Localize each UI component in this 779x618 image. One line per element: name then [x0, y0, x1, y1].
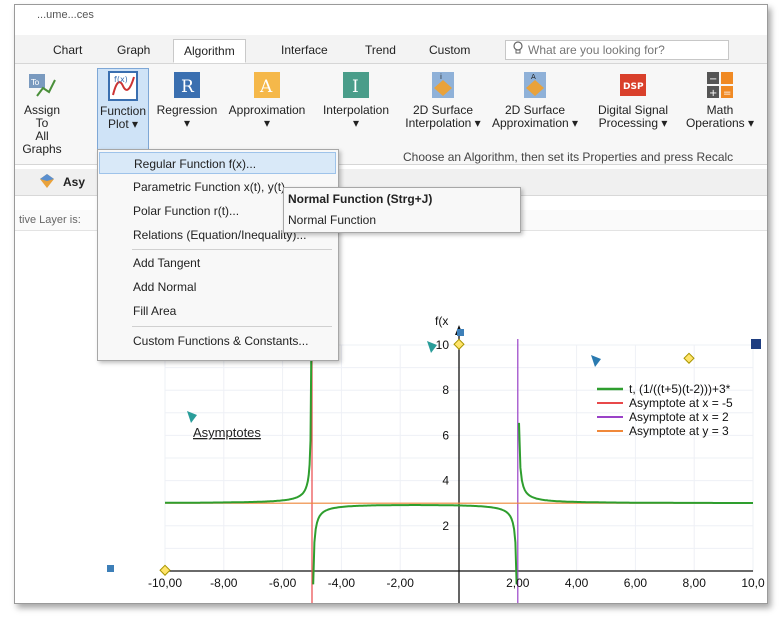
submenu-item-normal-function[interactable]: Normal Function — [288, 213, 376, 227]
title-bar: ...ume...ces — [15, 5, 767, 35]
y-axis-title: f(x — [435, 314, 448, 328]
x-tick-label: 8,00 — [683, 576, 707, 590]
y-tick-label: 2 — [442, 519, 449, 533]
svg-text:f(x): f(x) — [114, 75, 128, 84]
search-box[interactable] — [505, 40, 729, 60]
selection-handle — [107, 565, 114, 572]
gem-icon — [39, 173, 55, 192]
x-tick-label: -6,00 — [269, 576, 297, 590]
regression-icon: R — [172, 70, 202, 100]
regression-button[interactable]: R Regression ▾ — [155, 68, 219, 148]
surface-approximation-button[interactable]: A 2D Surface Approximation ▾ — [489, 68, 581, 148]
ribbon-tab-bar: Chart Graph Algorithm Interface Trend Cu… — [15, 35, 767, 64]
x-tick-label: 10,0 — [741, 576, 765, 590]
interpolation-icon: I — [341, 70, 371, 100]
app-window: ...ume...ces Chart Graph Algorithm Inter… — [14, 4, 768, 604]
x-tick-label: -2,00 — [387, 576, 415, 590]
approximation-icon: A — [252, 70, 282, 100]
function-plot-label-2: Plot ▾ — [107, 117, 139, 131]
search-input[interactable] — [528, 42, 723, 57]
surface-interpolation-button[interactable]: i 2D Surface Interpolation ▾ — [401, 68, 485, 148]
tab-graph[interactable]: Graph — [107, 39, 160, 61]
x-tick-label: 2,00 — [506, 576, 530, 590]
x-tick-label: -4,00 — [328, 576, 356, 590]
y-tick-label: 8 — [442, 383, 449, 397]
tab-trend[interactable]: Trend — [355, 39, 406, 61]
surface-approximation-label-2: Approximation ▾ — [491, 116, 579, 130]
assign-to-all-graphs-button[interactable]: To Assign To All Graphs — [19, 68, 65, 156]
svg-text:=: = — [723, 88, 731, 99]
surface-interpolation-icon: i — [428, 70, 458, 100]
svg-text:I: I — [352, 77, 359, 97]
surface-approximation-icon: A — [520, 70, 550, 100]
svg-text:DSP: DSP — [623, 82, 644, 92]
legend-label: Asymptote at x = -5 — [629, 396, 733, 410]
svg-text:i: i — [440, 73, 442, 81]
svg-text:A: A — [259, 77, 273, 97]
tab-custom[interactable]: Custom — [419, 39, 480, 61]
menu-item-add-normal[interactable]: Add Normal — [99, 276, 336, 298]
selection-handle — [457, 329, 464, 336]
y-tick-label: 10 — [436, 338, 450, 352]
window-title: ...ume...ces — [37, 9, 94, 21]
status-text: tive Layer is: — [19, 214, 81, 226]
svg-text:R: R — [181, 77, 195, 97]
ribbon-hint: Choose an Algorithm, then set its Proper… — [403, 150, 734, 164]
lightbulb-icon — [512, 41, 524, 60]
x-tick-label: 4,00 — [565, 576, 589, 590]
menu-separator — [132, 326, 332, 327]
function-plot-menu: Regular Function f(x)... Parametric Func… — [97, 149, 339, 361]
menu-item-regular-function[interactable]: Regular Function f(x)... — [99, 152, 336, 174]
svg-text:To: To — [30, 78, 40, 87]
assign-label-2: All Graphs — [22, 129, 62, 156]
tab-chart[interactable]: Chart — [43, 39, 92, 61]
math-operations-icon: − + = — [705, 70, 735, 100]
menu-item-add-tangent[interactable]: Add Tangent — [99, 252, 336, 274]
surface-interpolation-label-2: Interpolation ▾ — [405, 116, 481, 130]
function-plot-icon: f(x) — [108, 71, 138, 101]
svg-text:−: − — [709, 74, 717, 85]
interpolation-button[interactable]: I Interpolation ▾ — [315, 68, 397, 148]
x-tick-label: -8,00 — [210, 576, 238, 590]
interpolation-label-2: ▾ — [352, 116, 360, 130]
legend-label: Asymptote at y = 3 — [629, 424, 729, 438]
assign-graphs-icon: To — [27, 70, 57, 100]
y-tick-label: 6 — [442, 428, 449, 442]
tab-algorithm[interactable]: Algorithm — [173, 39, 246, 63]
tab-interface[interactable]: Interface — [271, 39, 338, 61]
dsp-label-2: Processing ▾ — [598, 116, 668, 130]
document-tab-label[interactable]: Asy — [63, 175, 85, 189]
dsp-icon: DSP — [618, 70, 648, 100]
asymptotes-annotation: Asymptotes — [193, 425, 261, 440]
regular-function-submenu: Normal Function (Strg+J) Normal Function — [283, 187, 521, 233]
dsp-button[interactable]: DSP Digital Signal Processing ▾ — [589, 68, 677, 148]
submenu-item-normal-function-shortcut[interactable]: Normal Function (Strg+J) — [288, 192, 432, 206]
math-operations-label-2: Operations ▾ — [685, 116, 755, 130]
svg-text:A: A — [531, 73, 536, 81]
legend-label: Asymptote at x = 2 — [629, 410, 729, 424]
menu-item-custom-functions[interactable]: Custom Functions & Constants... — [99, 330, 336, 352]
math-operations-button[interactable]: − + = Math Operations ▾ — [683, 68, 757, 148]
svg-text:+: + — [709, 88, 717, 99]
legend-label: t, (1/((t+5)(t-2)))+3* — [629, 382, 731, 396]
assign-label-1: Assign To — [23, 103, 61, 130]
save-icon — [751, 339, 761, 349]
menu-item-fill-area[interactable]: Fill Area — [99, 300, 336, 322]
x-tick-label: -10,00 — [148, 576, 182, 590]
approximation-label-2: ▾ — [263, 116, 271, 130]
x-tick-label: 6,00 — [624, 576, 648, 590]
function-plot-button[interactable]: f(x) Function Plot ▾ — [97, 68, 149, 150]
approximation-button[interactable]: A Approximation ▾ — [223, 68, 311, 148]
y-tick-label: 4 — [442, 474, 449, 488]
menu-separator — [132, 249, 332, 250]
regression-label-2: ▾ — [183, 116, 191, 130]
